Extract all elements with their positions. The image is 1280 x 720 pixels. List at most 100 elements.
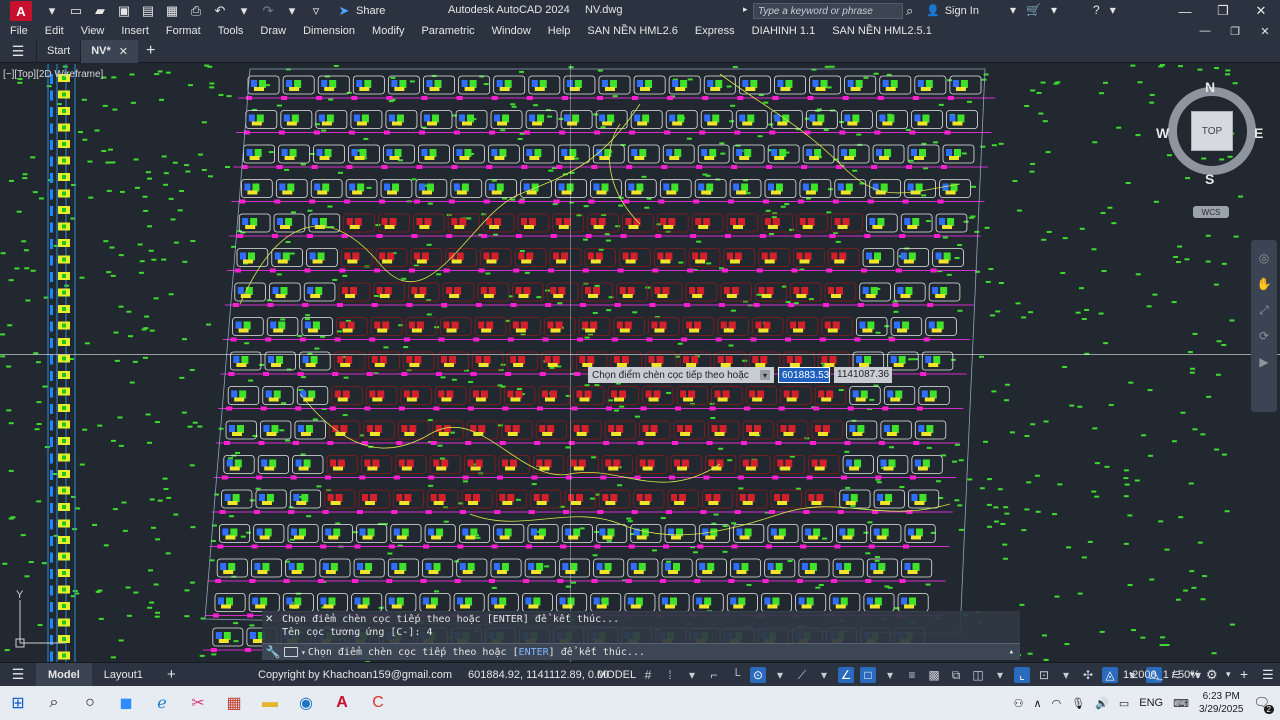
customize-toolbar-icon[interactable]: ▿ (308, 4, 324, 18)
undo-dropdown-icon[interactable]: ▾ (236, 4, 252, 18)
viewport-controls[interactable]: [−][Top][2D Wireframe] (3, 69, 103, 80)
doc-minimize-icon[interactable]: — (1190, 22, 1220, 40)
steering-wheel-icon[interactable]: ◎ (1256, 250, 1272, 266)
compass-east[interactable]: E (1254, 125, 1263, 141)
search-icon[interactable]: ⌕ (906, 3, 920, 18)
menu-item-window[interactable]: Window (492, 25, 531, 37)
coordinates-readout[interactable]: 601884.92, 1141112.89, 0.00 (468, 669, 609, 681)
menu-item-tools[interactable]: Tools (218, 25, 244, 37)
transparency-icon[interactable]: ▩ (926, 667, 942, 683)
annotation-visibility-icon[interactable]: ◬ (1102, 667, 1118, 683)
sign-in-dropdown-icon[interactable]: ▾ (1010, 3, 1016, 17)
layout-tabs-menu-icon[interactable]: ☰ (0, 666, 36, 683)
menu-item-draw[interactable]: Draw (260, 25, 286, 37)
open-folder-icon[interactable]: ▰ (92, 4, 108, 18)
polar-tracking-icon[interactable]: ⊙ (750, 667, 766, 683)
language-indicator[interactable]: ENG (1139, 697, 1163, 709)
snap-icon[interactable]: ⁞ (662, 667, 678, 683)
sign-in-button[interactable]: 👤 Sign In (926, 4, 979, 18)
annotation-scale-value[interactable]: 1:2000_1 / 50% (1123, 669, 1200, 681)
viewcube[interactable]: TOP N S E W (1156, 79, 1264, 187)
infer-constraints-icon[interactable]: ⌐ (706, 667, 722, 683)
cart-icon[interactable]: 🛒 (1026, 3, 1041, 17)
restore-icon[interactable]: ❐ (1204, 0, 1242, 22)
file-explorer-icon[interactable]: ▬ (252, 686, 288, 720)
ortho-icon[interactable]: └ (728, 667, 744, 683)
menu-item-express[interactable]: Express (695, 25, 735, 37)
save-icon[interactable]: ▣ (116, 4, 132, 18)
menu-item-dimension[interactable]: Dimension (303, 25, 355, 37)
app-grid-icon[interactable]: ▦ (216, 686, 252, 720)
3d-osnap-dropdown-icon[interactable]: ▾ (992, 667, 1008, 683)
menu-item-san-n-n-hml2-6[interactable]: SAN NỀN HML2.6 (587, 25, 677, 37)
orbit-icon[interactable]: ⟳ (1256, 328, 1272, 344)
selection-cycling-icon[interactable]: ⧉ (948, 667, 964, 683)
drawing-canvas[interactable] (0, 64, 1280, 662)
menu-item-parametric[interactable]: Parametric (421, 25, 474, 37)
selection-filter-dropdown-icon[interactable]: ▾ (1058, 667, 1074, 683)
options-icon[interactable]: ▾ (760, 370, 770, 380)
osnap-dropdown-icon[interactable]: ▾ (882, 667, 898, 683)
volume-icon[interactable]: 🔊 (1095, 697, 1109, 710)
menu-item-insert[interactable]: Insert (121, 25, 149, 37)
wifi-icon[interactable]: ◠ (1052, 697, 1062, 710)
share-button[interactable]: ➤ Share (336, 4, 386, 18)
zoom-extents-icon[interactable]: ⤢ (1256, 302, 1272, 318)
x-coordinate-input[interactable]: 601883.53 (778, 367, 830, 383)
new-file-icon[interactable]: ▭ (68, 4, 84, 18)
menu-item-view[interactable]: View (81, 25, 105, 37)
command-dropdown-icon[interactable]: ▾ (301, 648, 306, 657)
clock[interactable]: 6:23 PM 3/29/2025 (1199, 690, 1244, 716)
cart-dropdown-icon[interactable]: ▾ (1051, 3, 1057, 17)
menu-item-modify[interactable]: Modify (372, 25, 404, 37)
save-as-icon[interactable]: ▤ (140, 4, 156, 18)
edge-browser-icon[interactable]: ℯ (144, 686, 180, 720)
model-space-toggle[interactable]: MODEL (597, 669, 636, 681)
help-icon[interactable]: ? (1093, 3, 1100, 17)
taskbar-search-icon[interactable]: ⌕ (36, 686, 72, 720)
pan-icon[interactable]: ✋ (1256, 276, 1272, 292)
tab-start[interactable]: Start (36, 39, 80, 63)
command-history-toggle-icon[interactable]: ▴ (1009, 647, 1014, 657)
keyboard-icon[interactable]: ⌨ (1173, 697, 1189, 710)
tab-nv[interactable]: NV* ✕ (80, 39, 139, 63)
new-layout-icon[interactable]: + (155, 663, 188, 687)
lineweight-icon[interactable]: ≡ (904, 667, 920, 683)
wcs-menu[interactable]: WCS (1193, 206, 1229, 218)
isodraft-dropdown-icon[interactable]: ▾ (816, 667, 832, 683)
close-icon[interactable]: ✕ (1242, 0, 1280, 22)
people-icon[interactable]: ⚇ (1014, 697, 1024, 710)
task-view-icon[interactable]: ○ (72, 686, 108, 720)
y-coordinate-input[interactable]: 1141087.36 (834, 367, 892, 383)
polar-dropdown-icon[interactable]: ▾ (772, 667, 788, 683)
isodraft-icon[interactable]: ⟋ (794, 667, 810, 683)
object-snap-icon[interactable]: □ (860, 667, 876, 683)
recorder-icon[interactable]: C (360, 686, 396, 720)
command-line[interactable]: 🔧 ▾ Chọn điểm chèn cọc tiếp theo hoặc [E… (262, 643, 1020, 660)
snap-dropdown-icon[interactable]: ▾ (684, 667, 700, 683)
close-tab-icon[interactable]: ✕ (119, 45, 128, 58)
3d-osnap-icon[interactable]: ◫ (970, 667, 986, 683)
zoom-app-icon[interactable]: ◼ (108, 686, 144, 720)
compass-west[interactable]: W (1156, 125, 1169, 141)
autocad-taskbar-icon[interactable]: A (324, 686, 360, 720)
workspace-dropdown-icon[interactable]: ▾ (1226, 669, 1231, 680)
menu-item-file[interactable]: File (10, 25, 28, 37)
file-tabs-menu-icon[interactable]: ☰ (0, 43, 36, 60)
command-keyword[interactable]: ENTER (519, 647, 549, 658)
menu-item-help[interactable]: Help (548, 25, 571, 37)
menu-item-san-n-n-hml2-5-1[interactable]: SAN NỀN HML2.5.1 (832, 25, 932, 37)
dynamic-ucs-icon[interactable]: ⌞ (1014, 667, 1030, 683)
workspace-gear-icon[interactable]: ⚙ (1206, 667, 1218, 683)
microphone-icon[interactable]: 🎙 (1071, 697, 1085, 710)
tab-layout1[interactable]: Layout1 (92, 663, 155, 687)
menu-item-format[interactable]: Format (166, 25, 201, 37)
redo-icon[interactable]: ↷ (260, 4, 276, 18)
close-command-line-icon[interactable]: ✕ (265, 613, 273, 626)
compass-north[interactable]: N (1205, 79, 1215, 95)
gizmo-icon[interactable]: ✣ (1080, 667, 1096, 683)
snipping-tool-icon[interactable]: ✂ (180, 686, 216, 720)
add-icon[interactable]: + (1240, 666, 1248, 682)
compass-south[interactable]: S (1205, 171, 1214, 187)
scale-dropdown-icon[interactable]: ▾ (1190, 669, 1195, 680)
